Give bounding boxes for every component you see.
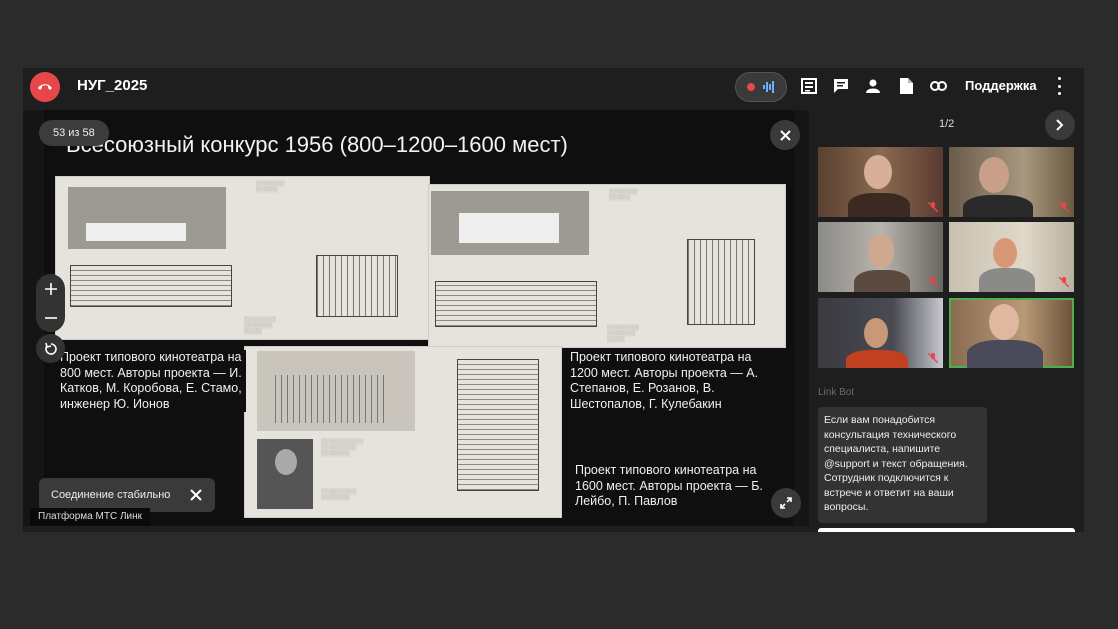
chat-sender-name: Link Bot (818, 387, 855, 398)
top-bar: НУГ_2025 Поддержка (23, 68, 1084, 106)
reset-zoom-button[interactable] (36, 334, 65, 363)
notes-icon (801, 78, 817, 94)
participant-video[interactable] (949, 147, 1074, 217)
zoom-in-icon[interactable] (44, 282, 57, 295)
slide-counter: 53 из 58 (39, 120, 109, 146)
toast-text: Соединение стабильно (51, 489, 171, 501)
participants-pager: 1/2 (939, 118, 955, 130)
recording-indicator[interactable] (735, 72, 787, 102)
close-icon[interactable] (189, 488, 203, 502)
link-icon (929, 81, 947, 91)
participants-button[interactable] (864, 77, 882, 95)
participant-video[interactable] (949, 222, 1074, 292)
plan-drawing-1200 (687, 239, 755, 325)
zoom-controls (36, 274, 65, 332)
kebab-menu-icon[interactable] (1053, 77, 1065, 95)
mic-muted-icon (1059, 202, 1069, 212)
meeting-title: НУГ_2025 (77, 77, 148, 94)
phone-hangup-icon (38, 84, 52, 90)
chevron-right-icon (1056, 119, 1064, 131)
mic-muted-icon (928, 202, 938, 212)
sheet-authors-1600: ░░░░░░░░░░ ░░░░░░░░ (321, 489, 357, 501)
drawing-1600-seats: ░░░░░░░░░░░░ ░░░░░░░░░░ ░░░░░░░░ ░░░░░░░░░… (244, 346, 562, 518)
slide: Всесоюзный конкурс 1956 (800–1200–1600 м… (44, 110, 794, 526)
mic-muted-icon (1059, 277, 1069, 287)
platform-label: Платформа МТС Линк (30, 508, 150, 526)
participant-video-active[interactable] (949, 298, 1074, 368)
sheet-label-1600: ░░░░░░░░░░░░ ░░░░░░░░░░ ░░░░░░░░ (321, 439, 364, 457)
plan-drawing-1600 (457, 359, 539, 491)
caption-1600: Проект типового кинотеатра на 1600 мест.… (575, 463, 763, 508)
zoom-out-icon[interactable] (44, 312, 57, 324)
person-icon (866, 79, 880, 93)
audio-wave-icon (763, 81, 774, 93)
author-face (275, 449, 297, 475)
next-page-button[interactable] (1045, 110, 1075, 140)
section-drawing (70, 265, 232, 307)
document-icon (899, 78, 913, 94)
mic-muted-icon (928, 277, 938, 287)
connection-toast: Соединение стабильно (39, 478, 215, 512)
chat-message: Если вам понадобится консультация технич… (818, 407, 987, 523)
link-button[interactable] (929, 77, 947, 95)
caption-1200: Проект типового кинотеатра на 1200 мест.… (570, 350, 759, 411)
facade-detail (86, 223, 186, 241)
plan-drawing (316, 255, 398, 317)
drawing-1200-seats: ░░░░░░░░ ░░░░░░ ░░░░░░░░░ ░░░░░░░░ ░░░░░ (428, 184, 786, 348)
sheet-label: ░░░░░░░░ ░░░░░░ (256, 181, 285, 193)
slide-title: Всесоюзный конкурс 1956 (800–1200–1600 м… (66, 132, 568, 157)
chat-icon (834, 79, 848, 93)
facade-detail-1200 (459, 213, 559, 243)
section-drawing-1200 (435, 281, 597, 327)
record-dot-icon (747, 83, 755, 91)
sheet-authors-1200: ░░░░░░░░░ ░░░░░░░░ ░░░░░ (607, 325, 639, 343)
facade-colonnade (275, 375, 385, 423)
participant-video[interactable] (818, 222, 943, 292)
conference-window: НУГ_2025 Поддержка Всесоюзный конкурс 19… (23, 68, 1084, 532)
chat-button[interactable] (832, 77, 850, 95)
sheet-label-1200: ░░░░░░░░ ░░░░░░ (609, 189, 638, 201)
participants-panel: 1/2 Link Bot Если вам понадобится консул… (813, 110, 1084, 532)
notes-button[interactable] (800, 77, 818, 95)
fullscreen-button[interactable] (771, 488, 801, 518)
hangup-button[interactable] (30, 72, 60, 102)
rotate-icon (44, 342, 57, 355)
support-button[interactable]: Поддержка (965, 78, 1037, 93)
drawing-800-seats: ░░░░░░░░ ░░░░░░ ░░░░░░░░░ ░░░░░░░░ ░░░░░ (55, 176, 430, 340)
chat-input[interactable] (818, 528, 1075, 532)
mic-muted-icon (928, 353, 938, 363)
close-icon (779, 129, 791, 141)
participant-video[interactable] (818, 147, 943, 217)
caption-800: Проект типового кинотеатра на 800 мест. … (60, 350, 246, 412)
close-presentation-button[interactable] (770, 120, 800, 150)
sheet-authors: ░░░░░░░░░ ░░░░░░░░ ░░░░░ (244, 317, 276, 335)
presentation-stage: Всесоюзный конкурс 1956 (800–1200–1600 м… (23, 110, 809, 526)
expand-icon (780, 497, 792, 509)
file-button[interactable] (897, 77, 915, 95)
participant-video[interactable] (818, 298, 943, 368)
